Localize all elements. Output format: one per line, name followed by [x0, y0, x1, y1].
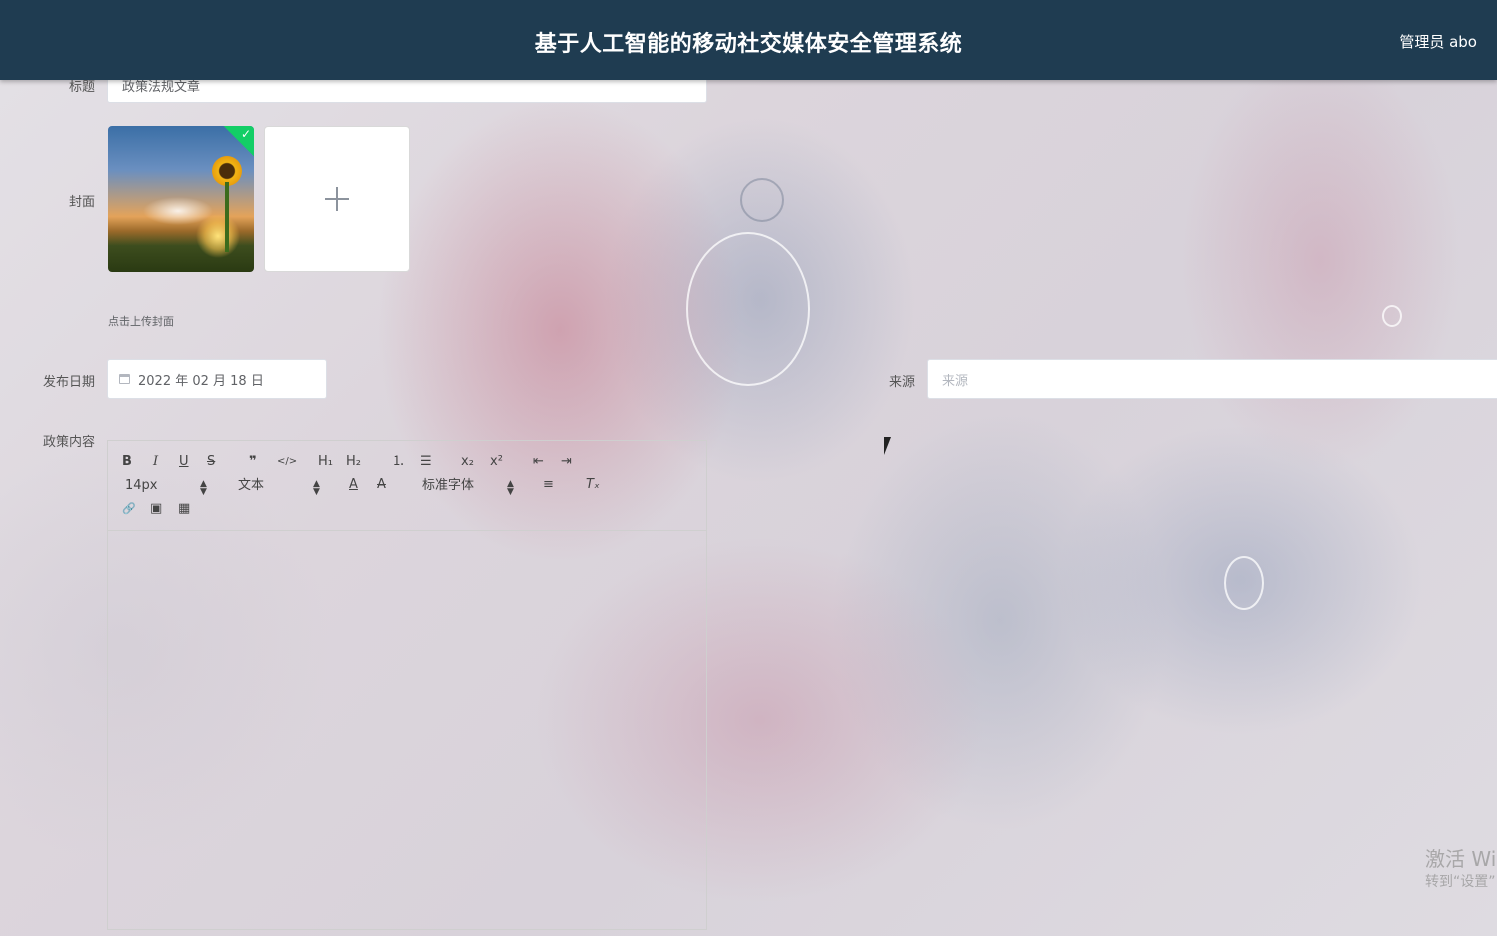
cover-upload-hint: 点击上传封面: [108, 315, 174, 328]
clean-format-button[interactable]: Tₓ: [586, 477, 600, 493]
decor-ring: [686, 232, 810, 386]
activation-watermark-subtitle: 转到“设置”: [1425, 874, 1496, 890]
bullet-list-button[interactable]: ☰: [420, 454, 432, 470]
header-2-button[interactable]: H₂: [346, 454, 361, 470]
align-button[interactable]: ≡: [543, 477, 554, 493]
background-color-button[interactable]: A: [377, 477, 386, 493]
underline-button[interactable]: U: [179, 454, 189, 470]
code-block-button[interactable]: </>: [277, 454, 297, 470]
header-select[interactable]: 文本: [238, 478, 264, 494]
mouse-cursor-icon: [884, 437, 898, 455]
activation-watermark-title: 激活 Wi: [1425, 847, 1497, 871]
rich-text-editor: B I U S ❞ </> H₁ H₂ ⒈ ☰ x₂ x² ⇤ ⇥ 14px ▲…: [107, 440, 707, 930]
video-button[interactable]: ▦: [178, 501, 190, 517]
publish-date-picker[interactable]: 2022 年 02 月 18 日: [107, 359, 327, 399]
cover-upload-button[interactable]: [264, 126, 410, 272]
link-button[interactable]: 🔗: [122, 501, 136, 517]
font-family-select-arrow-icon: ▲ ▼: [507, 479, 514, 497]
decor-ring: [1382, 305, 1402, 327]
cover-image-thumbnail[interactable]: ✓: [108, 126, 254, 272]
cover-label: 封面: [68, 195, 95, 210]
font-size-select[interactable]: 14px: [125, 478, 158, 494]
content-label: 政策内容: [42, 435, 95, 450]
sunflower-stem: [225, 182, 229, 252]
blockquote-button[interactable]: ❞: [249, 454, 257, 470]
source-input[interactable]: 来源: [927, 359, 1497, 399]
source-placeholder: 来源: [942, 373, 969, 389]
header-select-arrow-icon: ▲ ▼: [313, 479, 320, 497]
publish-date-label: 发布日期: [42, 375, 95, 390]
decor-ring: [740, 178, 784, 222]
subscript-button[interactable]: x₂: [461, 454, 474, 470]
outdent-button[interactable]: ⇤: [533, 454, 544, 470]
editor-content-area[interactable]: [108, 531, 706, 929]
plus-icon: [325, 187, 349, 211]
indent-button[interactable]: ⇥: [561, 454, 572, 470]
font-size-select-arrow-icon: ▲ ▼: [200, 479, 207, 497]
bold-button[interactable]: B: [122, 454, 132, 470]
image-button[interactable]: ▣: [150, 501, 162, 517]
top-header: 基于人工智能的移动社交媒体安全管理系统 管理员 abo: [0, 0, 1497, 80]
header-1-button[interactable]: H₁: [318, 454, 333, 470]
italic-button[interactable]: I: [153, 454, 158, 470]
source-label: 来源: [888, 375, 915, 390]
font-family-select[interactable]: 标准字体: [422, 478, 474, 494]
calendar-icon: [119, 374, 130, 384]
check-icon: ✓: [240, 127, 251, 141]
editor-toolbar: B I U S ❞ </> H₁ H₂ ⒈ ☰ x₂ x² ⇤ ⇥ 14px ▲…: [108, 441, 706, 531]
current-user[interactable]: 管理员 abo: [1399, 31, 1477, 52]
strike-button[interactable]: S: [207, 454, 215, 470]
superscript-button[interactable]: x²: [490, 454, 503, 470]
system-title: 基于人工智能的移动社交媒体安全管理系统: [534, 32, 963, 57]
font-color-button[interactable]: A: [349, 477, 358, 493]
publish-date-value: 2022 年 02 月 18 日: [138, 373, 264, 389]
ordered-list-button[interactable]: ⒈: [392, 454, 405, 470]
decor-ring: [1224, 556, 1264, 610]
